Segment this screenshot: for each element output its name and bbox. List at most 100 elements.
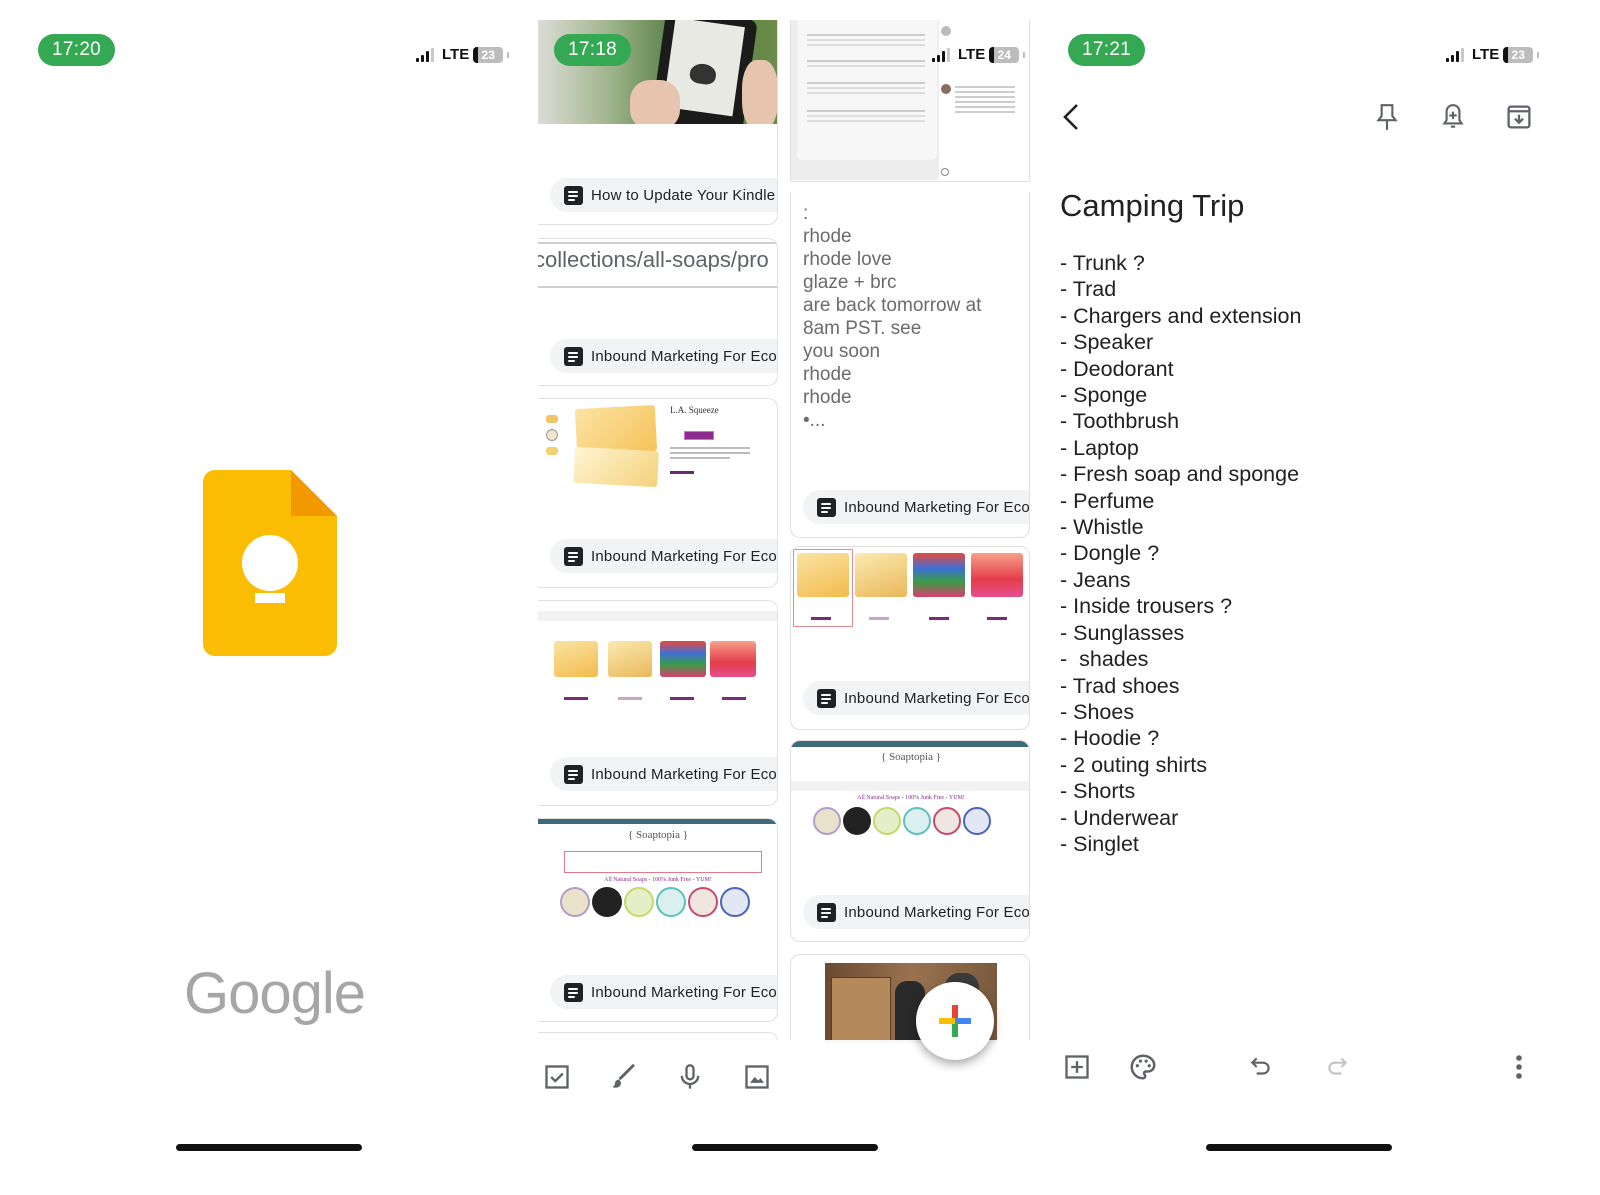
status-time: 17:21 [1068,34,1146,66]
new-note-button[interactable] [916,982,994,1060]
note-list-item[interactable]: - Speaker [1060,329,1301,355]
note-list-item[interactable]: - Underwear [1060,805,1301,831]
soaptopia-homepage: { Soaptopia } All Natural Soaps - 100% J… [538,819,777,923]
undo-button[interactable] [1244,1050,1278,1084]
google-keep-icon [203,470,337,656]
note-list-item[interactable]: - Shoes [1060,699,1301,725]
note-label: Inbound Marketing For Econ [591,547,778,565]
note-label-chip[interactable]: Inbound Marketing For Econ [803,490,1030,524]
note-list-item[interactable]: - Hoodie ? [1060,725,1301,751]
note-label: Inbound Marketing For Econ [591,347,778,365]
note-list-item[interactable]: - Deodorant [1060,356,1301,382]
image-icon[interactable] [742,1062,772,1092]
back-icon [1063,104,1078,130]
note-list-item[interactable]: - Shorts [1060,778,1301,804]
note-list-item[interactable]: - Jeans [1060,567,1301,593]
note-list-item[interactable]: - Sponge [1060,382,1301,408]
note-list-item[interactable]: - Trunk ? [1060,250,1301,276]
note-card[interactable]: Inbound Marketing For Econ [538,600,778,806]
document-icon [817,902,836,922]
note-card[interactable]: L.A. Squeeze Inbound Marketing For Econ [538,398,778,588]
battery-icon: 24 [989,46,1020,63]
undo-icon [1250,1057,1270,1075]
add-content-button[interactable] [1060,1050,1094,1084]
note-list-item[interactable]: - Chargers and extension [1060,303,1301,329]
more-options-button[interactable] [1502,1050,1536,1084]
document-icon [564,982,583,1002]
note-list-item[interactable]: - Laptop [1060,435,1301,461]
new-note-plus-icon [939,1005,971,1037]
network-label: LTE [958,46,986,63]
status-indicators: LTE 23 [1446,46,1540,63]
status-time: 17:18 [554,34,632,66]
reminder-button[interactable] [1436,100,1470,134]
note-card[interactable]: collections/all-soaps/pro Inbound Market… [538,238,778,386]
note-list-item[interactable]: - shades [1060,646,1301,672]
note-list-item[interactable]: - Perfume [1060,488,1301,514]
back-button[interactable] [1054,100,1088,134]
note-body-text: : rhode rhode love glaze + brc are back … [803,203,982,431]
reminder-bell-icon [1442,104,1464,128]
redo-button[interactable] [1320,1050,1354,1084]
note-list-item[interactable]: - Whistle [1060,514,1301,540]
checkbox-icon[interactable] [542,1062,572,1092]
note-title[interactable]: Camping Trip [1060,188,1244,224]
document-icon [564,546,583,566]
note-list-item[interactable]: - Fresh soap and sponge [1060,461,1301,487]
splash-screen: 17:20 LTE 23 Google [0,0,540,1195]
home-indicator[interactable] [692,1144,878,1151]
note-label: How to Update Your Kindle E [591,186,778,204]
note-list-item[interactable]: - Singlet [1060,831,1301,857]
note-label-chip[interactable]: Inbound Marketing For Econ [550,975,778,1009]
note-list-item[interactable]: - Toothbrush [1060,408,1301,434]
add-box-icon [1065,1055,1089,1079]
battery-icon: 23 [473,46,504,63]
note-label-chip[interactable]: Inbound Marketing For Econ [803,681,1029,715]
note-label-chip[interactable]: How to Update Your Kindle E [550,178,778,212]
brush-icon[interactable] [608,1062,638,1092]
color-palette-button[interactable] [1126,1050,1160,1084]
la-squeeze-soap-product-page: L.A. Squeeze [538,399,777,487]
note-list-item[interactable]: - Trad shoes [1060,673,1301,699]
google-wordmark: Google [184,961,366,1026]
note-label: Inbound Marketing For Econ [591,983,778,1001]
status-time: 17:20 [38,34,116,66]
pin-icon [1376,104,1398,130]
archive-button[interactable] [1502,100,1536,134]
notes-grid-screen: How to Update Your Kindle E collections/… [538,0,1038,1195]
home-indicator[interactable] [176,1144,362,1151]
battery-icon: 23 [1503,46,1534,63]
note-label-chip[interactable]: Inbound Marketing For Econ [803,895,1029,929]
note-card[interactable]: : rhode rhode love glaze + brc are back … [790,192,1030,538]
pin-button[interactable] [1370,100,1404,134]
soap-collection-grid [538,601,777,707]
network-label: LTE [1472,46,1500,63]
note-list-item[interactable]: - Dongle ? [1060,540,1301,566]
note-label: Inbound Marketing For Econ [844,498,1030,516]
archive-icon [1507,105,1531,129]
document-icon [564,185,583,205]
note-editor-screen: 17:21 LTE 23 Camping Trip - Trunk ? - Tra… [1040,0,1600,1195]
palette-icon [1130,1054,1156,1080]
note-label-chip[interactable]: Inbound Marketing For Econ [550,757,778,791]
note-label-chip[interactable]: Inbound Marketing For Econ [550,539,778,573]
note-label: Inbound Marketing For Econ [591,765,778,783]
note-body[interactable]: - Trunk ? - Trad - Chargers and extension -… [1060,250,1301,857]
instagram-post-screenshot [791,20,1029,180]
note-card[interactable]: { Soaptopia } All Natural Soaps - 100% J… [538,818,778,1022]
note-card[interactable]: { Soaptopia } All Natural Soaps - 100% J… [790,740,1030,942]
document-icon [817,688,836,708]
signal-icon [932,47,950,62]
note-list-item[interactable]: - Trad [1060,276,1301,302]
network-label: LTE [442,46,470,63]
microphone-icon[interactable] [675,1062,705,1092]
soap-collection-row [791,547,1029,627]
note-list-item[interactable]: - Inside trousers ? [1060,593,1301,619]
note-card[interactable]: Inbound Marketing For Econ [790,546,1030,730]
note-label-chip[interactable]: Inbound Marketing For Econ [550,339,778,373]
note-list-item[interactable]: - Sunglasses [1060,620,1301,646]
note-list-item[interactable]: - 2 outing shirts [1060,752,1301,778]
home-indicator[interactable] [1206,1144,1392,1151]
note-card[interactable] [790,20,1030,182]
redo-icon [1328,1057,1348,1075]
